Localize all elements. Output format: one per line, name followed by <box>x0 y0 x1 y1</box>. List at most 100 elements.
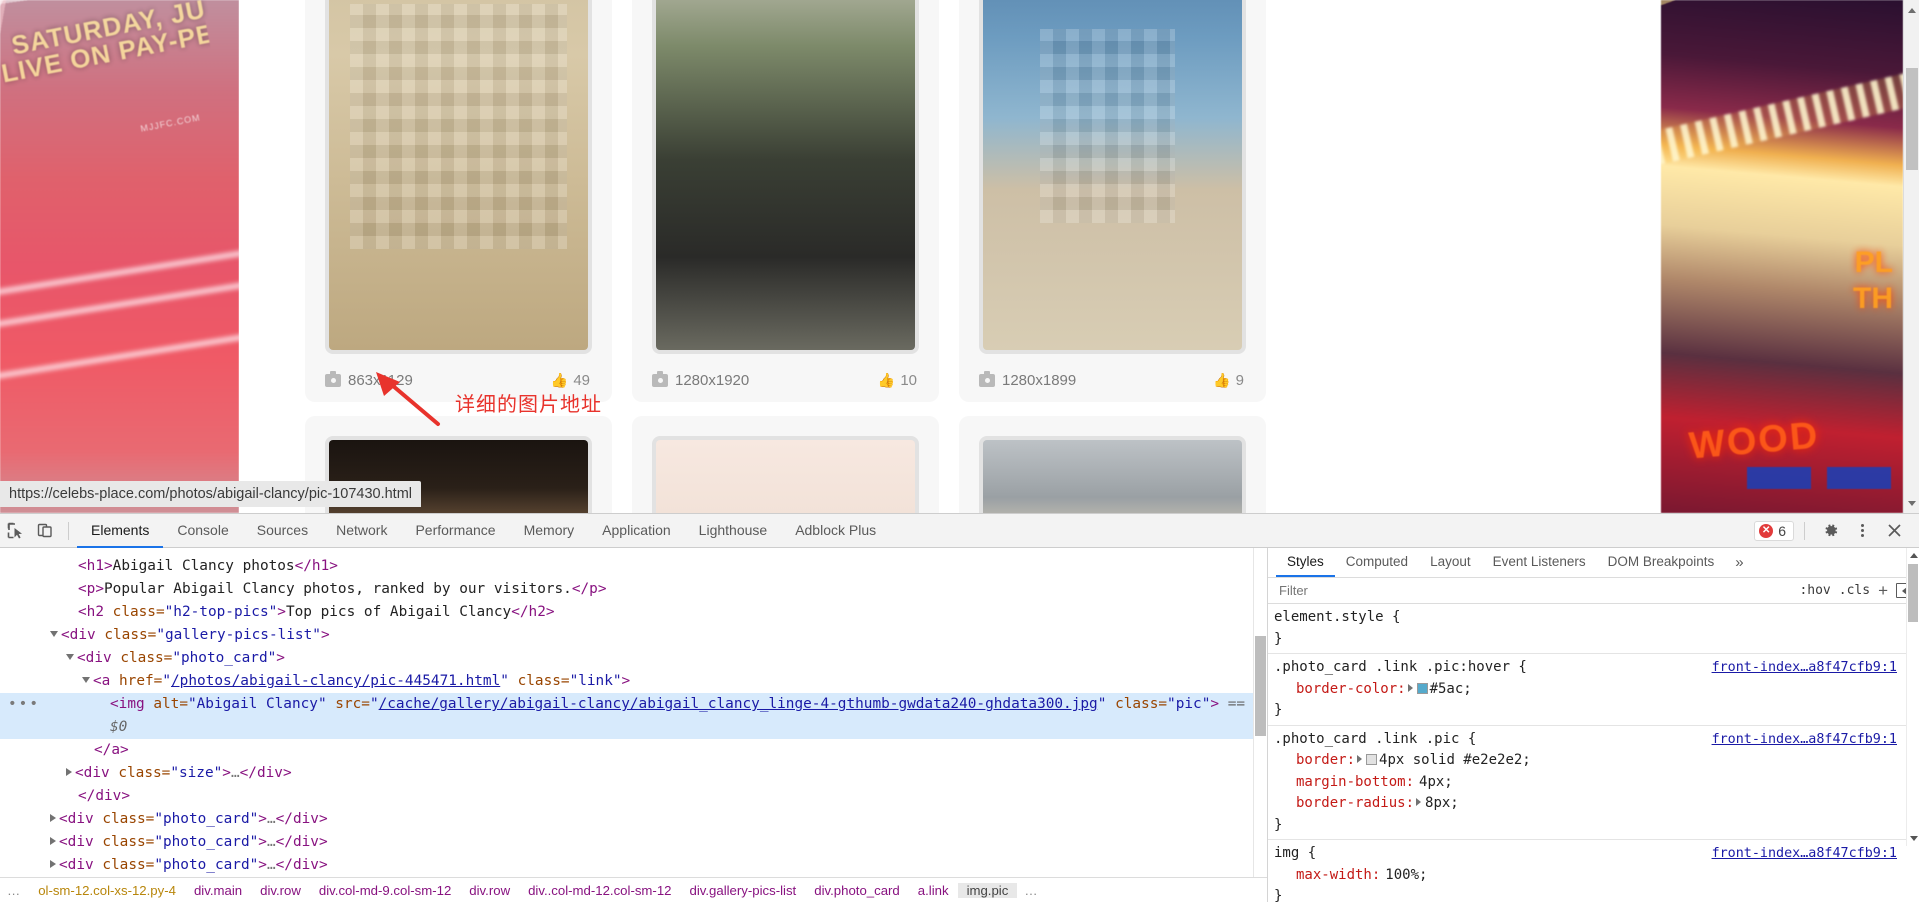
tab-application[interactable]: Application <box>588 514 685 548</box>
photo-card[interactable] <box>632 416 939 513</box>
tab-console[interactable]: Console <box>163 514 242 548</box>
photo-card[interactable]: 1280x1899 👍 9 <box>959 0 1266 402</box>
tab-event-listeners[interactable]: Event Listeners <box>1482 548 1597 577</box>
collapse-triangle-icon[interactable] <box>82 677 90 683</box>
style-property[interactable]: margin-bottom: <box>1274 772 1414 794</box>
style-property[interactable]: border-color: <box>1274 679 1406 701</box>
scroll-down-icon[interactable] <box>1904 495 1919 511</box>
dom-tree-scrollbar[interactable] <box>1253 548 1267 902</box>
collapse-triangle-icon[interactable] <box>66 654 74 660</box>
dom-node-line[interactable]: <div class="gallery-pics-list"> <box>0 624 1267 647</box>
tab-computed[interactable]: Computed <box>1335 548 1419 577</box>
style-value[interactable]: 100%; <box>1385 867 1427 883</box>
tab-performance[interactable]: Performance <box>401 514 509 548</box>
scroll-up-icon[interactable] <box>1907 549 1919 562</box>
style-value[interactable]: 8px; <box>1425 795 1459 811</box>
breadcrumb-item[interactable]: div..col-md-12.col-sm-12 <box>519 883 680 898</box>
tab-network[interactable]: Network <box>322 514 401 548</box>
dom-node-line[interactable]: <div class="photo_card"> <box>0 647 1267 670</box>
style-declaration[interactable]: max-width: 100%; <box>1274 865 1919 887</box>
photo-thumbnail[interactable] <box>979 0 1246 354</box>
expand-triangle-icon[interactable] <box>66 768 72 776</box>
color-swatch[interactable] <box>1416 682 1428 694</box>
expand-triangle-icon[interactable] <box>50 814 56 822</box>
expand-shorthand-icon[interactable] <box>1357 755 1363 763</box>
breadcrumb-item[interactable]: img.pic <box>957 883 1018 898</box>
breadcrumb-item[interactable]: div.photo_card <box>805 883 909 898</box>
expand-shorthand-icon[interactable] <box>1416 798 1422 806</box>
photo-thumbnail[interactable] <box>652 0 919 354</box>
breadcrumb-item[interactable]: a.link <box>909 883 958 898</box>
color-swatch[interactable] <box>1366 754 1378 765</box>
breadcrumb-item[interactable]: … <box>0 883 29 898</box>
scroll-up-icon[interactable] <box>1904 2 1919 18</box>
style-declaration[interactable]: border: 4px solid #e2e2e2; <box>1274 750 1919 772</box>
dom-node-line[interactable]: <div class="photo_card">…</div> <box>0 808 1267 831</box>
breadcrumb-item[interactable]: ol-sm-12.col-xs-12.py-4 <box>29 883 185 898</box>
tab-lighthouse[interactable]: Lighthouse <box>685 514 782 548</box>
breadcrumb-item[interactable]: div.col-md-9.col-sm-12 <box>310 883 460 898</box>
styles-scrollbar[interactable] <box>1906 548 1919 846</box>
styles-scrollbar-thumb[interactable] <box>1908 564 1918 622</box>
more-tabs-icon[interactable]: » <box>1725 548 1753 577</box>
style-property[interactable]: border-radius: <box>1274 793 1414 815</box>
tab-adblock-plus[interactable]: Adblock Plus <box>781 514 890 548</box>
dom-tree[interactable]: <h1>Abigail Clancy photos</h1> <p>Popular… <box>0 548 1267 877</box>
gear-icon[interactable] <box>1815 516 1845 546</box>
dom-node-line[interactable]: </a> <box>0 739 1267 762</box>
expand-triangle-icon[interactable] <box>50 837 56 845</box>
style-property[interactable]: max-width: <box>1274 865 1380 887</box>
tab-styles[interactable]: Styles <box>1276 548 1335 577</box>
photo-card[interactable]: 863x1129 👍 49 <box>305 0 612 402</box>
stylesheet-source-link[interactable]: front-index…a8f47cfb9:1 <box>1712 843 1897 865</box>
dom-node-line[interactable]: <h1>Abigail Clancy photos</h1> <box>0 555 1267 578</box>
styles-filter-input[interactable] <box>1274 580 1792 601</box>
breadcrumb-item[interactable]: div.row <box>460 883 519 898</box>
page-scrollbar-thumb[interactable] <box>1906 68 1918 170</box>
tab-memory[interactable]: Memory <box>510 514 589 548</box>
dom-scrollbar-thumb[interactable] <box>1255 636 1266 736</box>
breadcrumb-item[interactable]: … <box>1017 883 1046 898</box>
dom-node-line[interactable]: <h2 class="h2-top-pics">Top pics of Abig… <box>0 601 1267 624</box>
close-icon[interactable] <box>1879 516 1909 546</box>
breadcrumb-item[interactable]: div.row <box>251 883 310 898</box>
photo-thumbnail[interactable] <box>979 436 1246 513</box>
dom-node-line-selected[interactable]: ••• <img alt="Abigail Clancy" src="/cache… <box>0 693 1267 739</box>
photo-thumbnail[interactable] <box>652 436 919 513</box>
photo-card[interactable] <box>959 416 1266 513</box>
style-value[interactable]: #5ac; <box>1430 681 1472 697</box>
expand-triangle-icon[interactable] <box>50 860 56 868</box>
dom-node-line[interactable]: <div class="photo_card">…</div> <box>0 854 1267 877</box>
dom-node-line[interactable]: <div class="size">…</div> <box>0 762 1267 785</box>
collapse-triangle-icon[interactable] <box>50 631 58 637</box>
dom-node-line[interactable]: <p>Popular Abigail Clancy photos, ranked… <box>0 578 1267 601</box>
style-value[interactable]: 4px solid #e2e2e2; <box>1379 752 1531 768</box>
new-style-rule-button[interactable]: + <box>1878 582 1888 599</box>
dom-node-line[interactable]: </div> <box>0 785 1267 808</box>
expand-shorthand-icon[interactable] <box>1407 683 1413 692</box>
photo-card[interactable]: 1280x1920 👍 10 <box>632 0 939 402</box>
style-rule-selector[interactable]: element.style { <box>1274 607 1919 629</box>
style-value[interactable]: 4px; <box>1419 774 1453 790</box>
device-toolbar-icon[interactable] <box>30 516 60 546</box>
style-property[interactable]: border: <box>1274 750 1355 772</box>
photo-thumbnail[interactable] <box>325 0 592 354</box>
scroll-down-icon[interactable] <box>1907 832 1919 845</box>
stylesheet-source-link[interactable]: front-index…a8f47cfb9:1 <box>1712 657 1897 679</box>
toggle-hover-state-button[interactable]: :hov <box>1799 583 1830 598</box>
style-declaration[interactable]: border-radius: 8px; <box>1274 793 1919 815</box>
tab-layout[interactable]: Layout <box>1419 548 1482 577</box>
tab-elements[interactable]: Elements <box>77 514 164 548</box>
stylesheet-source-link[interactable]: front-index…a8f47cfb9:1 <box>1712 729 1897 751</box>
toggle-class-button[interactable]: .cls <box>1839 583 1870 598</box>
dom-node-line[interactable]: <a href="/photos/abigail-clancy/pic-4454… <box>0 670 1267 693</box>
page-scrollbar[interactable] <box>1903 0 1919 513</box>
breadcrumb-item[interactable]: div.gallery-pics-list <box>680 883 805 898</box>
breadcrumb-item[interactable]: div.main <box>185 883 251 898</box>
tab-sources[interactable]: Sources <box>243 514 322 548</box>
kebab-menu-icon[interactable] <box>1847 516 1877 546</box>
tab-dom-breakpoints[interactable]: DOM Breakpoints <box>1597 548 1726 577</box>
error-count-badge[interactable]: ✕ 6 <box>1754 520 1794 541</box>
dom-node-line[interactable]: <div class="photo_card">…</div> <box>0 831 1267 854</box>
inspect-element-icon[interactable] <box>0 516 30 546</box>
